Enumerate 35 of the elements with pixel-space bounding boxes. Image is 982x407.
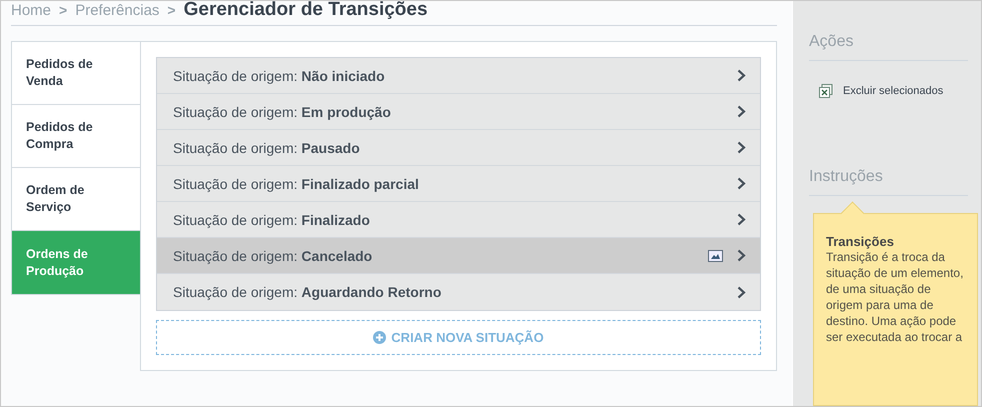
instructions-heading: Instruções <box>809 98 968 196</box>
row-label: Situação de origem: Pausado <box>173 140 361 156</box>
category-tab[interactable]: Pedidos de Venda <box>12 42 140 105</box>
note-text: Transição é a troca da situação de um elemento, de uma situação de origem para uma de destino. Uma ação pode ser executada ao trocar a <box>826 249 964 345</box>
delete-selected-link[interactable]: Excluir selecionados <box>819 84 968 98</box>
transition-row[interactable]: Situação de origem: Cancelado <box>157 238 760 274</box>
row-label: Situação de origem: Finalizado parcial <box>173 176 420 192</box>
chevron-right-icon <box>737 249 746 262</box>
transition-row[interactable]: Situação de origem: Finalizado <box>157 202 760 238</box>
transition-row[interactable]: Situação de origem: Finalizado parcial <box>157 166 760 202</box>
chevron-right-icon <box>737 141 746 154</box>
transition-row[interactable]: Situação de origem: Aguardando Retorno <box>157 274 760 310</box>
category-tab[interactable]: Ordem de Serviço <box>12 168 140 231</box>
chevron-right-icon <box>737 69 746 82</box>
transition-row[interactable]: Situação de origem: Não iniciado <box>157 58 760 94</box>
transition-row[interactable]: Situação de origem: Pausado <box>157 130 760 166</box>
transition-row[interactable]: Situação de origem: Em produção <box>157 94 760 130</box>
chevron-right-icon <box>737 213 746 226</box>
row-label: Situação de origem: Cancelado <box>173 248 374 264</box>
category-tab[interactable]: Pedidos de Compra <box>12 105 140 168</box>
breadcrumb-separator: > <box>167 2 176 18</box>
row-label: Situação de origem: Finalizado <box>173 212 371 228</box>
note-title: Transições <box>826 234 895 249</box>
chevron-right-icon <box>737 105 746 118</box>
breadcrumb-separator: > <box>59 2 68 18</box>
plus-circle-icon <box>373 331 386 344</box>
page-title: Gerenciador de Transições <box>184 1 428 21</box>
spreadsheet-delete-icon <box>819 84 833 98</box>
chevron-right-icon <box>737 177 746 190</box>
actions-heading: Ações <box>809 1 968 61</box>
row-label: Situação de origem: Em produção <box>173 104 392 120</box>
row-label: Situação de origem: Não iniciado <box>173 68 386 84</box>
chevron-right-icon <box>737 286 746 298</box>
row-label: Situação de origem: Aguardando Retorno <box>173 284 442 300</box>
image-icon[interactable] <box>708 250 723 262</box>
